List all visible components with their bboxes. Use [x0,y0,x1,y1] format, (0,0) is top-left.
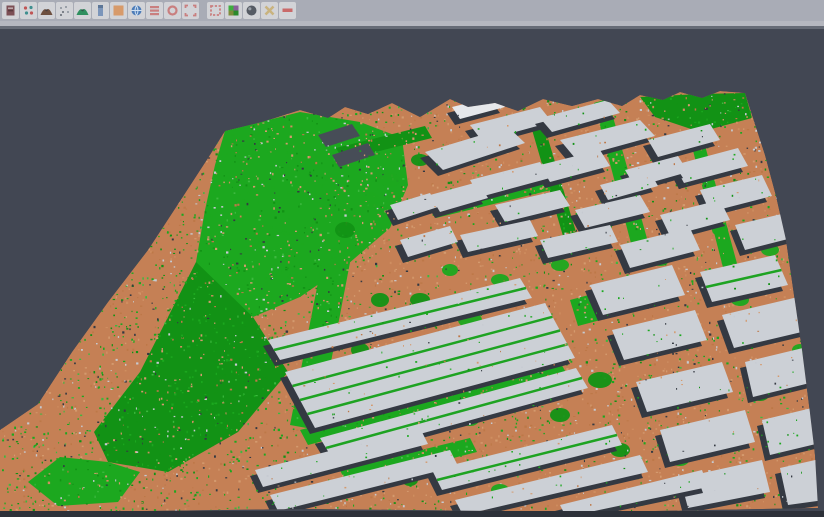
slice-tool-icon [281,4,294,17]
grid-selection-button[interactable] [207,2,224,19]
profile-view-icon [94,4,107,17]
slice-tool-button[interactable] [279,2,296,19]
render-sphere-icon [245,4,258,17]
viewport-bottom-edge [0,511,824,517]
classification-colors-icon [227,4,240,17]
surface-model-button[interactable] [74,2,91,19]
layer-stack-icon [148,4,161,17]
projection-icon [130,4,143,17]
delete-points-icon [263,4,276,17]
open-data-button[interactable] [2,2,19,19]
application-window [0,0,824,517]
terrain-model-button[interactable] [38,2,55,19]
layer-stack-button[interactable] [146,2,163,19]
render-settings-button[interactable] [164,2,181,19]
grid-selection-icon [209,4,222,17]
point-density-button[interactable] [56,2,73,19]
area-select-icon [112,4,125,17]
main-toolbar [0,0,824,21]
area-select-button[interactable] [110,2,127,19]
point-picker-button[interactable] [20,2,37,19]
classification-colors-button[interactable] [225,2,242,19]
zoom-extents-button[interactable] [182,2,199,19]
terrain-model-icon [40,4,53,17]
projection-button[interactable] [128,2,145,19]
profile-view-button[interactable] [92,2,109,19]
point-cloud-viewport[interactable] [0,0,824,517]
surface-model-icon [76,4,89,17]
point-density-icon [58,4,71,17]
render-settings-icon [166,4,179,17]
zoom-extents-icon [184,4,197,17]
point-picker-icon [22,4,35,17]
toolbar-separator-dark [0,26,824,29]
delete-points-button[interactable] [261,2,278,19]
render-sphere-button[interactable] [243,2,260,19]
open-data-icon [4,4,17,17]
